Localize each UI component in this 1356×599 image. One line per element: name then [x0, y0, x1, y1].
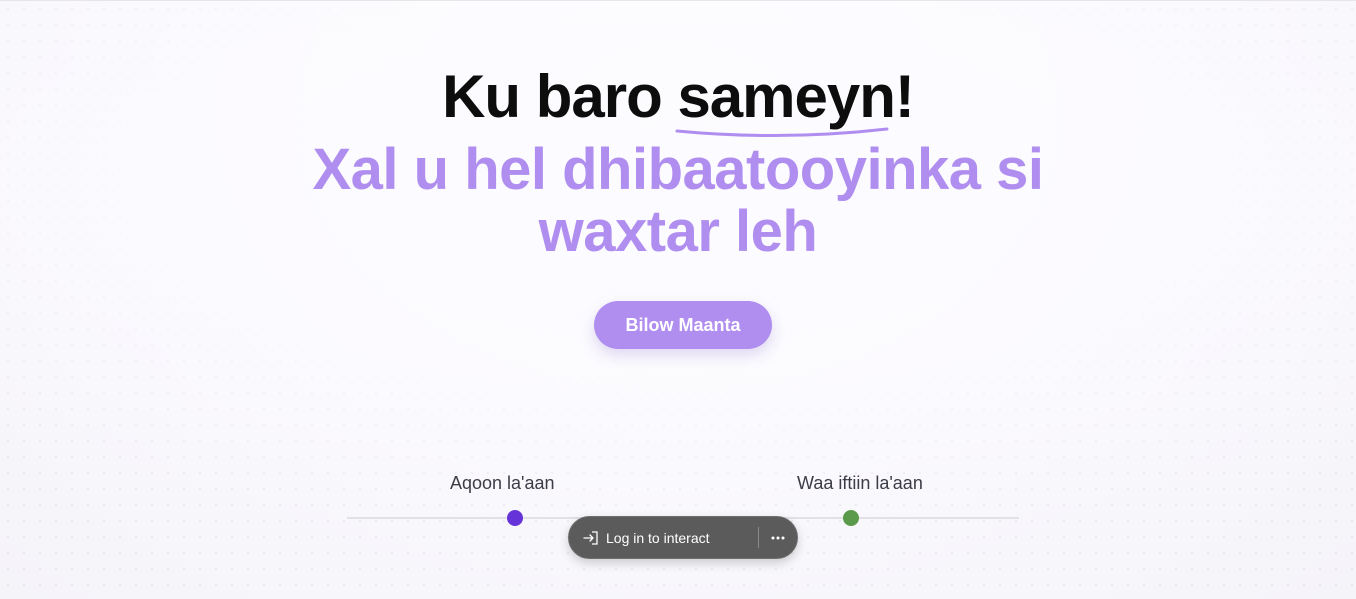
headline: Ku baro sameyn!	[0, 61, 1356, 138]
headline-highlight-text: sameyn	[677, 63, 895, 130]
page: Ku baro sameyn! Xal u hel dhibaatooyinka…	[0, 0, 1356, 599]
login-toast: Log in to interact	[568, 516, 798, 559]
underline-squiggle	[675, 127, 889, 138]
hero: Ku baro sameyn! Xal u hel dhibaatooyinka…	[0, 61, 1356, 263]
more-horizontal-icon	[771, 536, 785, 539]
timeline-step-dot-1[interactable]	[507, 510, 523, 526]
login-arrow-icon	[583, 530, 598, 545]
headline-suffix: !	[894, 63, 915, 130]
headline-prefix: Ku baro	[442, 63, 678, 130]
timeline-step-label-1: Aqoon la'aan	[450, 473, 555, 493]
start-today-button[interactable]: Bilow Maanta	[594, 301, 772, 349]
headline-highlight: sameyn	[675, 61, 896, 138]
login-toast-label: Log in to interact	[606, 529, 710, 546]
more-options-button[interactable]	[759, 517, 797, 558]
subheadline: Xal u hel dhibaatooyinka si waxtar leh	[312, 137, 1044, 264]
timeline-step-label-2: Waa iftiin la'aan	[797, 473, 923, 493]
timeline-step-dot-2[interactable]	[843, 510, 859, 526]
login-to-interact-button[interactable]: Log in to interact	[569, 517, 758, 558]
